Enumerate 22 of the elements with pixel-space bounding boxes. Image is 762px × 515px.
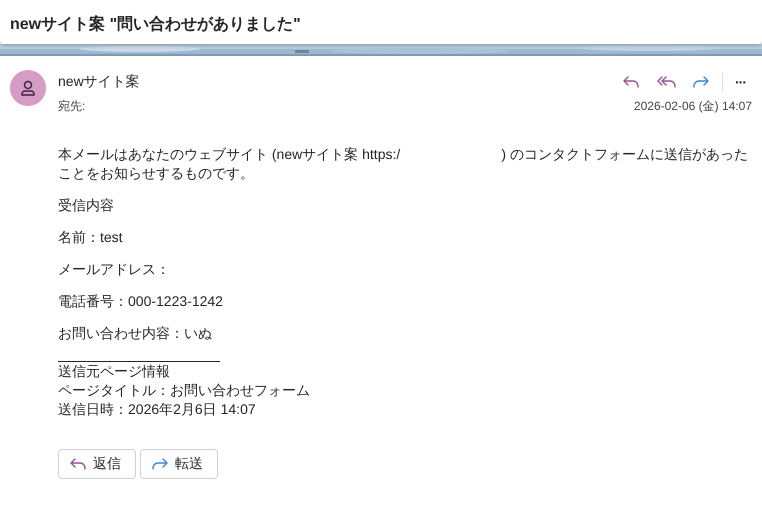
more-button[interactable]: ··· [729,72,752,92]
forward-icon [692,74,710,90]
reply-icon [69,456,87,472]
subject-title: newサイト案 "問い合わせがありました" [9,14,302,35]
body-text: 送信日時：2026年2月6日 14:07 [58,400,257,419]
message-date: 2026-02-06 (金) 14:07 [634,98,752,115]
reply-button[interactable]: 返信 [58,449,136,479]
body-text: 名前：test [58,228,124,247]
body-text: 受信内容 [58,196,115,215]
body-text: 電話番号：000-1223-1242 [58,292,224,311]
body-text: お問い合わせ内容：いぬ [58,324,213,343]
reply-icon [622,74,640,90]
body-text: ページタイトル：お問い合わせフォーム [58,381,311,400]
body-text: 本メールはあなたのウェブサイト (newサイト案 https:/ ) のコンタクトフォームに送信があったことをお知らせするものです。 [58,145,748,183]
forward-icon [151,456,169,472]
sender-name: newサイト案 [58,73,140,91]
forward-button[interactable]: 転送 [140,449,218,479]
recipient-label: 宛先: [58,98,86,115]
reply-all-icon [656,74,676,90]
avatar-icon [10,70,46,106]
body-text: 送信元ページ情報 [58,362,171,381]
body-text: メールアドレス： [58,260,171,279]
